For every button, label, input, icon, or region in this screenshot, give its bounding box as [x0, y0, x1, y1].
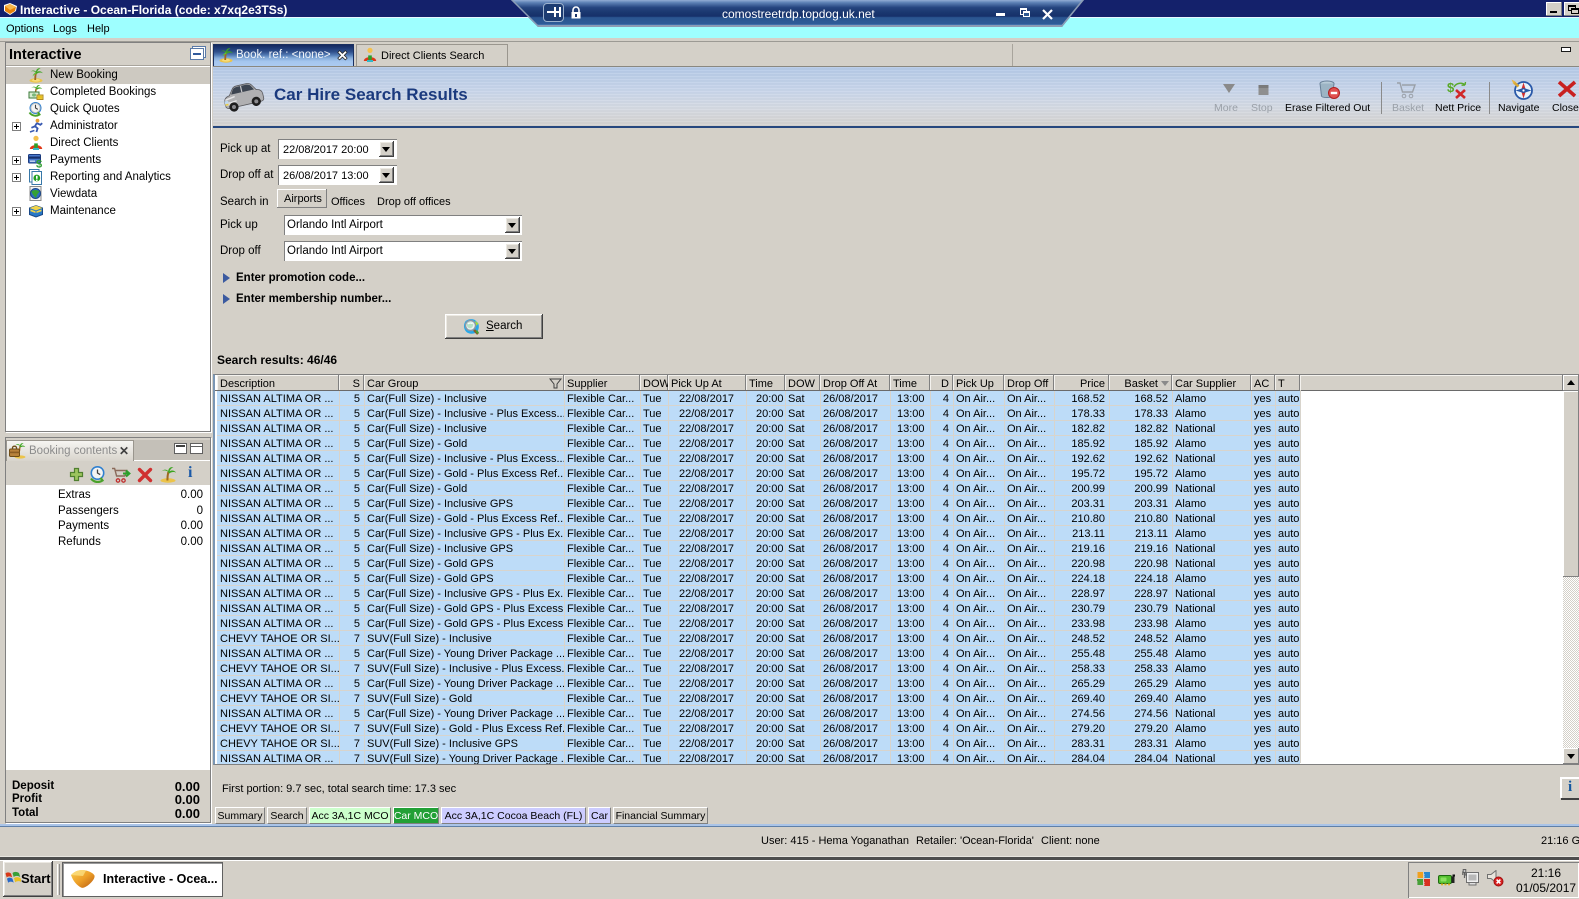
svg-text:$: $	[1447, 80, 1455, 95]
svg-text:$: $	[36, 159, 42, 169]
